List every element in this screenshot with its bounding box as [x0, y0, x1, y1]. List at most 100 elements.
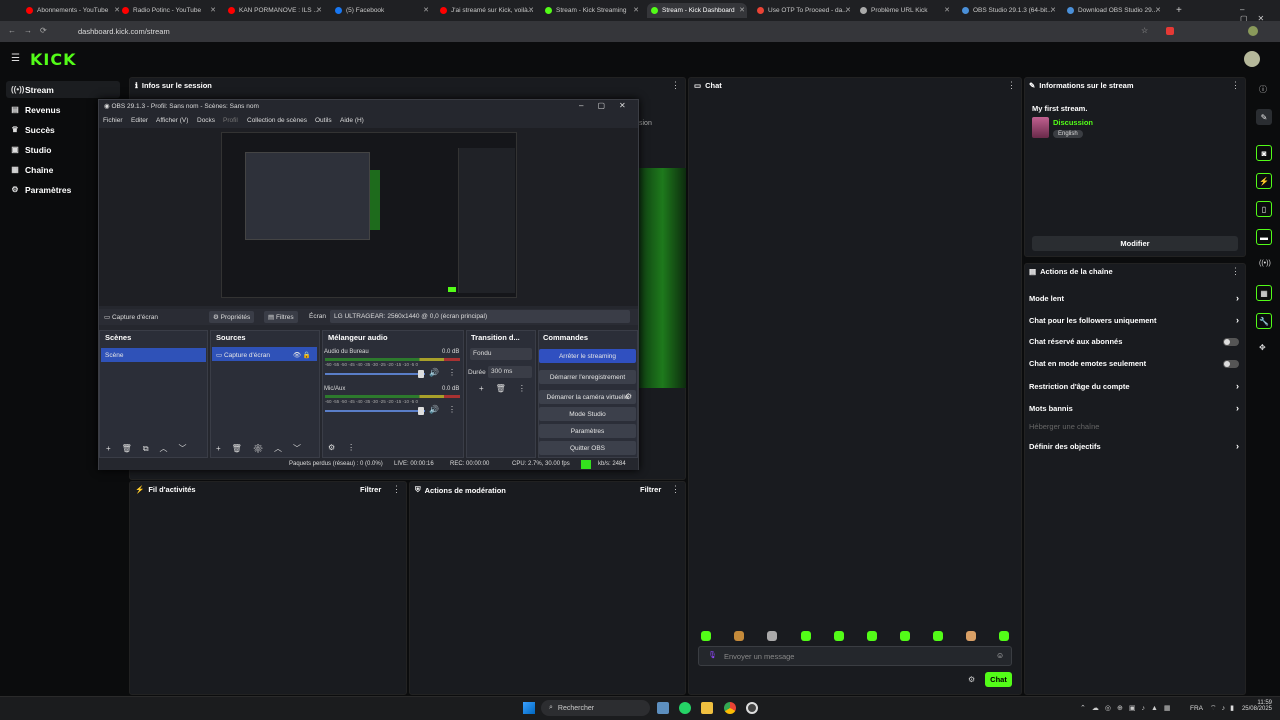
- emote-icon[interactable]: [966, 631, 976, 641]
- browser-tab[interactable]: Stream - Kick Streaming ✕: [541, 3, 641, 18]
- obs-transition-toolbar[interactable]: +🗑⋮: [479, 384, 538, 393]
- network-volume-icons[interactable]: ⌔♪▮: [1210, 704, 1239, 713]
- category-link[interactable]: Discussion: [1053, 118, 1093, 127]
- new-tab-button[interactable]: +: [1176, 5, 1182, 16]
- tab-close-icon[interactable]: ✕: [1050, 6, 1056, 14]
- sidebar-item-0[interactable]: ((•)) Stream: [6, 81, 120, 98]
- obs-control-button[interactable]: Démarrer la caméra virtuelle: [539, 390, 636, 404]
- obs-filters-button[interactable]: ▤ Filtres: [264, 311, 298, 323]
- system-tray-icons[interactable]: ⌃☁◎⊕▣♪▲▦: [1080, 704, 1177, 712]
- browser-tab[interactable]: Download OBS Studio 29... ✕: [1063, 3, 1163, 18]
- obs-properties-button[interactable]: ⚙ Propriétés: [209, 311, 255, 323]
- eye-lock-icon[interactable]: 👁 🔒: [293, 351, 311, 359]
- channel-action-item[interactable]: Définir des objectifs ›: [1029, 441, 1239, 451]
- mixer-slider-handle[interactable]: [418, 370, 424, 378]
- activity-menu-icon[interactable]: ⋮: [392, 484, 401, 495]
- nav-buttons[interactable]: ←→⟳: [8, 26, 55, 35]
- lightning-tool-icon[interactable]: ⚡: [1256, 173, 1272, 189]
- emote-icon[interactable]: [801, 631, 811, 641]
- tab-close-icon[interactable]: ✕: [316, 6, 322, 14]
- microphone-icon[interactable]: 🎙: [708, 651, 717, 659]
- browser-tab[interactable]: J'ai streamé sur Kick, voilà... ✕: [436, 3, 536, 18]
- obs-menu-item[interactable]: Collection de scènes: [247, 117, 307, 124]
- emote-icon[interactable]: [734, 631, 744, 641]
- info-circle-icon[interactable]: ⓘ: [1259, 84, 1267, 95]
- bookmark-star-icon[interactable]: ☆: [1141, 26, 1148, 35]
- obs-mixer-toolbar[interactable]: ⚙⋮: [328, 443, 367, 452]
- document-tool-icon[interactable]: ▯: [1256, 201, 1272, 217]
- toggle-switch[interactable]: [1223, 337, 1239, 346]
- obs-source-item[interactable]: ▭ Capture d'écran 👁 🔒: [212, 347, 317, 361]
- obs-transition-select[interactable]: Fondu: [470, 348, 532, 360]
- obs-duration-input[interactable]: 300 ms: [488, 366, 532, 378]
- browser-tab[interactable]: OBS Studio 29.1.3 (64-bit... ✕: [958, 3, 1058, 18]
- mixer-menu-icon[interactable]: ⋮: [448, 405, 456, 414]
- taskbar-search[interactable]: ⌕ Rechercher: [541, 700, 650, 716]
- channel-action-item[interactable]: Chat réservé aux abonnés: [1029, 337, 1239, 346]
- emote-icon[interactable]: [767, 631, 777, 641]
- tab-close-icon[interactable]: ✕: [528, 6, 534, 14]
- layout-tool-icon[interactable]: ▦: [1256, 285, 1272, 301]
- emote-icon[interactable]: [701, 631, 711, 641]
- obs-control-button[interactable]: Quitter OBS: [539, 441, 636, 455]
- obs-screen-select[interactable]: LG ULTRAGEAR: 2560x1440 @ 0,0 (écran pri…: [330, 310, 630, 323]
- extension-icon[interactable]: [1166, 27, 1174, 35]
- kick-logo[interactable]: KICK: [30, 50, 77, 69]
- tab-close-icon[interactable]: ✕: [633, 6, 639, 14]
- obs-menu-item[interactable]: Fichier: [103, 117, 123, 124]
- user-avatar[interactable]: [1244, 51, 1260, 67]
- clock[interactable]: 11:59 25/08/2025: [1240, 700, 1272, 712]
- edit-stream-button[interactable]: Modifier: [1032, 236, 1238, 251]
- add-widget-icon[interactable]: ✥: [1259, 343, 1266, 352]
- channel-action-item[interactable]: Mots bannis ›: [1029, 403, 1239, 413]
- toggle-switch[interactable]: [1223, 359, 1239, 368]
- channel-actions-menu-icon[interactable]: ⋮: [1231, 266, 1240, 277]
- moderation-menu-icon[interactable]: ⋮: [671, 484, 680, 495]
- mixer-menu-icon[interactable]: ⋮: [448, 368, 456, 377]
- mixer-slider-handle[interactable]: [418, 407, 424, 415]
- emote-icon[interactable]: [933, 631, 943, 641]
- emote-icon[interactable]: [900, 631, 910, 641]
- activity-filter-button[interactable]: Filtrer: [360, 485, 381, 494]
- tab-close-icon[interactable]: ✕: [423, 6, 429, 14]
- file-explorer-icon[interactable]: [701, 702, 713, 714]
- obs-source-toolbar[interactable]: +🗑⚙︿﹀: [216, 443, 312, 454]
- tab-close-icon[interactable]: ✕: [1155, 6, 1161, 14]
- channel-action-item[interactable]: Chat pour les followers uniquement ›: [1029, 315, 1239, 325]
- language-indicator[interactable]: FRA: [1190, 705, 1203, 712]
- message-tool-icon[interactable]: ▬: [1256, 229, 1272, 245]
- channel-action-item[interactable]: Restriction d'âge du compte ›: [1029, 381, 1239, 391]
- mixer-volume-slider[interactable]: [325, 410, 425, 412]
- obs-window-controls[interactable]: –▢✕: [579, 101, 640, 110]
- tab-close-icon[interactable]: ✕: [845, 6, 851, 14]
- tab-close-icon[interactable]: ✕: [210, 6, 216, 14]
- moderation-filter-button[interactable]: Filtrer: [640, 485, 661, 494]
- tab-close-icon[interactable]: ✕: [944, 6, 950, 14]
- obs-scene-toolbar[interactable]: +🗑⧉︿﹀: [106, 443, 198, 454]
- browser-tab[interactable]: Abonnements - YouTube ✕: [22, 3, 122, 18]
- channel-action-item[interactable]: Chat en mode emotes seulement: [1029, 359, 1239, 368]
- chat-menu-icon[interactable]: ⋮: [1007, 80, 1016, 91]
- obs-menu-item[interactable]: Docks: [197, 117, 215, 124]
- profile-avatar[interactable]: [1248, 26, 1258, 36]
- browser-tab[interactable]: Radio Potinc - YouTube ✕: [118, 3, 218, 18]
- edit-tool-icon[interactable]: ✎: [1256, 109, 1272, 125]
- emoji-icon[interactable]: ☺: [996, 651, 1004, 660]
- browser-tab[interactable]: Use OTP To Proceed - da... ✕: [753, 3, 853, 18]
- emote-icon[interactable]: [999, 631, 1009, 641]
- camera-tool-icon[interactable]: ◙: [1256, 145, 1272, 161]
- hamburger-menu-icon[interactable]: ☰: [11, 53, 20, 64]
- speaker-icon[interactable]: 🔊: [429, 368, 439, 377]
- speaker-icon[interactable]: 🔊: [429, 405, 439, 414]
- task-view-icon[interactable]: [657, 702, 669, 714]
- tab-close-icon[interactable]: ✕: [739, 6, 745, 14]
- url-field[interactable]: dashboard.kick.com/stream: [60, 24, 1160, 38]
- wrench-tool-icon[interactable]: 🔧: [1256, 313, 1272, 329]
- session-menu-icon[interactable]: ⋮: [671, 80, 680, 91]
- chat-send-button[interactable]: Chat: [985, 672, 1012, 687]
- obs-control-button[interactable]: Arrêter le streaming: [539, 349, 636, 363]
- virtual-camera-settings-icon[interactable]: ⚙: [625, 392, 632, 401]
- obs-control-button[interactable]: Mode Studio: [539, 407, 636, 421]
- browser-tab[interactable]: KAN PORMANOVE : ILS ... ✕: [224, 3, 324, 18]
- browser-tab[interactable]: Stream - Kick Dashboard ✕: [647, 3, 747, 18]
